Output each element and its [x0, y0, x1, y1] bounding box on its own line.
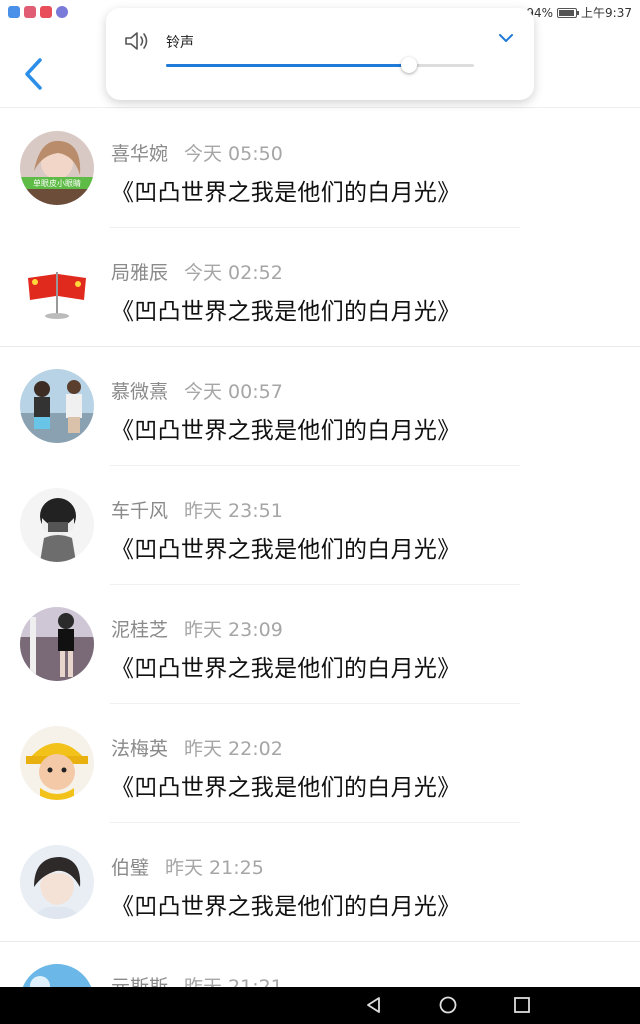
chevron-left-icon [25, 58, 42, 90]
list-item[interactable]: 伯璧 昨天 21:25 《凹凸世界之我是他们的白月光》 [0, 823, 640, 942]
book-title[interactable]: 《凹凸世界之我是他们的白月光》 [111, 887, 461, 921]
user-name: 喜华婉 [111, 143, 169, 165]
avatar-image [20, 250, 94, 324]
user-name: 慕微熹 [111, 381, 169, 403]
item-meta: 慕微熹 今天 00:57 [111, 377, 283, 404]
timestamp: 昨天 22:02 [184, 738, 283, 760]
list-item[interactable]: 局雅辰 今天 02:52 《凹凸世界之我是他们的白月光》 [0, 228, 640, 347]
battery-icon [557, 7, 580, 18]
avatar[interactable] [20, 369, 94, 443]
avatar[interactable] [20, 845, 94, 919]
notification-icons [8, 6, 68, 18]
chevron-down-icon[interactable] [498, 32, 514, 44]
home-circle-icon[interactable] [438, 995, 458, 1015]
app-notification-icon [56, 6, 68, 18]
avatar-image [20, 845, 94, 919]
app-notification-icon [40, 6, 52, 18]
user-name: 泥桂芝 [111, 619, 169, 641]
item-meta: 局雅辰 今天 02:52 [111, 258, 283, 285]
app-notification-icon [8, 6, 20, 18]
book-title[interactable]: 《凹凸世界之我是他们的白月光》 [111, 649, 461, 683]
item-meta: 车千风 昨天 23:51 [111, 496, 283, 523]
item-meta: 伯璧 昨天 21:25 [111, 853, 264, 880]
user-name: 车千风 [111, 500, 169, 522]
back-button[interactable] [22, 56, 46, 92]
timestamp: 昨天 23:51 [184, 500, 283, 522]
user-name: 局雅辰 [111, 262, 169, 284]
avatar[interactable] [20, 726, 94, 800]
item-meta: 喜华婉 今天 05:50 [111, 139, 283, 166]
list-item[interactable]: 车千风 昨天 23:51 《凹凸世界之我是他们的白月光》 [0, 466, 640, 585]
volume-slider-thumb[interactable] [401, 57, 418, 73]
navigation-bar [0, 987, 640, 1024]
book-title[interactable]: 《凹凸世界之我是他们的白月光》 [111, 530, 461, 564]
volume-label: 铃声 [166, 35, 194, 51]
back-triangle-icon[interactable] [364, 995, 384, 1015]
item-meta: 泥桂芝 昨天 23:09 [111, 615, 283, 642]
timestamp: 今天 02:52 [184, 262, 283, 284]
item-meta: 法梅英 昨天 22:02 [111, 734, 283, 761]
avatar[interactable] [20, 250, 94, 324]
avatar-image [20, 488, 94, 562]
svg-text:单眼皮小眼睛: 单眼皮小眼睛 [33, 178, 81, 188]
timestamp: 今天 05:50 [184, 143, 283, 165]
avatar[interactable] [20, 607, 94, 681]
list-item[interactable]: 慕微熹 今天 00:57 《凹凸世界之我是他们的白月光》 [0, 347, 640, 466]
book-title[interactable]: 《凹凸世界之我是他们的白月光》 [111, 411, 461, 445]
volume-slider-fill [166, 64, 410, 67]
timestamp: 昨天 23:09 [184, 619, 283, 641]
recents-square-icon[interactable] [512, 995, 532, 1015]
clock: 上午9:37 [581, 6, 632, 20]
speaker-icon [125, 32, 148, 50]
history-list: 单眼皮小眼睛 喜华婉 今天 05:50 《凹凸世界之我是他们的白月光》 局雅辰 今天 02… [0, 109, 640, 1024]
timestamp: 今天 00:57 [184, 381, 283, 403]
timestamp: 昨天 21:25 [165, 857, 264, 879]
list-item[interactable]: 法梅英 昨天 22:02 《凹凸世界之我是他们的白月光》 [0, 704, 640, 823]
user-name: 伯璧 [111, 857, 150, 879]
book-title[interactable]: 《凹凸世界之我是他们的白月光》 [111, 173, 461, 207]
user-name: 法梅英 [111, 738, 169, 760]
volume-slider[interactable] [166, 57, 474, 73]
avatar[interactable] [20, 488, 94, 562]
avatar-image [20, 607, 94, 681]
battery-fill [559, 9, 575, 16]
volume-popup: 铃声 [106, 8, 534, 100]
list-item[interactable]: 泥桂芝 昨天 23:09 《凹凸世界之我是他们的白月光》 [0, 585, 640, 704]
avatar[interactable]: 单眼皮小眼睛 [20, 131, 94, 205]
book-title[interactable]: 《凹凸世界之我是他们的白月光》 [111, 768, 461, 802]
avatar-image [20, 369, 94, 443]
screen: 94% 上午9:37 铃声 单眼皮小眼睛 喜华婉 今天 05:50 《凹凸世界之我是他… [0, 0, 640, 1024]
list-item[interactable]: 单眼皮小眼睛 喜华婉 今天 05:50 《凹凸世界之我是他们的白月光》 [0, 109, 640, 228]
avatar-image: 单眼皮小眼睛 [20, 131, 94, 205]
avatar-image [20, 726, 94, 800]
app-notification-icon [24, 6, 36, 18]
book-title[interactable]: 《凹凸世界之我是他们的白月光》 [111, 292, 461, 326]
